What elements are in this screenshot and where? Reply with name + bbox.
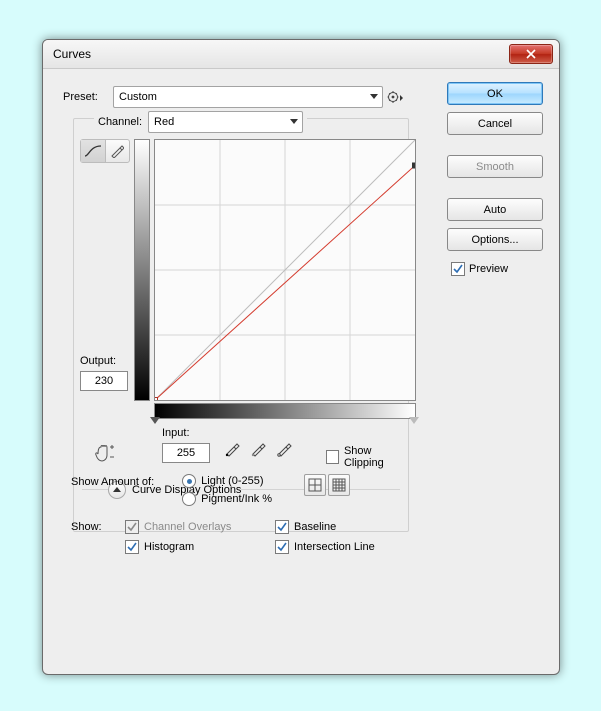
white-eyedropper-icon[interactable] (276, 441, 292, 457)
preset-menu-icon[interactable] (387, 90, 405, 104)
curve-svg (155, 140, 415, 400)
input-label: Input: (162, 427, 190, 439)
pencil-curve-tool[interactable] (106, 140, 130, 162)
smooth-button[interactable]: Smooth (447, 155, 543, 178)
input-field[interactable]: 255 (162, 443, 210, 463)
output-label: Output: (80, 355, 116, 367)
point-curve-tool[interactable] (81, 140, 106, 162)
curve-icon (84, 144, 102, 158)
grid-16-icon (332, 478, 346, 492)
curves-dialog: Curves Preset: Custom (42, 39, 560, 675)
hand-icon (92, 441, 118, 463)
gray-eyedropper-icon[interactable] (250, 441, 266, 457)
check-icon (127, 542, 137, 552)
channel-row: Channel: Red (94, 111, 307, 133)
white-point-slider[interactable] (409, 417, 419, 424)
preview-row: Preview (447, 258, 543, 276)
grid-fine-button[interactable] (328, 474, 350, 496)
chevron-down-icon (290, 119, 298, 125)
preview-checkbox[interactable] (451, 262, 465, 276)
right-button-column: OK Cancel Smooth Auto Options... Preview (447, 82, 543, 276)
curve-canvas[interactable] (154, 139, 416, 401)
check-icon (277, 522, 287, 532)
show-checkboxes: Show: Channel Overlays Baseline Histogra… (71, 520, 425, 554)
close-icon (526, 49, 536, 59)
grid-size-buttons (304, 474, 350, 506)
show-amount-row: Show Amount of: Light (0-255) Pigment/In… (71, 474, 350, 506)
preset-dropdown[interactable]: Custom (113, 86, 383, 108)
check-icon (127, 522, 137, 532)
eyedropper-group (224, 441, 292, 457)
show-amount-label: Show Amount of: (71, 474, 154, 506)
channel-label: Channel: (98, 116, 142, 128)
ok-button[interactable]: OK (447, 82, 543, 105)
black-point-slider[interactable] (150, 417, 160, 424)
check-icon (453, 264, 463, 274)
input-gradient (154, 403, 416, 419)
chevron-down-icon (370, 94, 378, 100)
pigment-radio[interactable] (182, 492, 196, 506)
pigment-radio-row: Pigment/Ink % (182, 492, 272, 506)
curve-groupbox: Channel: Red (73, 118, 409, 532)
channel-overlays-checkbox[interactable] (125, 520, 139, 534)
histogram-checkbox[interactable] (125, 540, 139, 554)
preset-value: Custom (119, 91, 157, 103)
intersection-label: Intersection Line (294, 541, 375, 553)
histogram-label: Histogram (144, 541, 194, 553)
grid-4-icon (308, 478, 322, 492)
intersection-checkbox[interactable] (275, 540, 289, 554)
targeted-adjust-tool[interactable] (92, 441, 118, 463)
show-clipping-label: Show Clipping (344, 445, 408, 469)
channel-overlays-label: Channel Overlays (144, 521, 231, 533)
window-title: Curves (53, 47, 509, 61)
titlebar[interactable]: Curves (43, 40, 559, 69)
auto-button[interactable]: Auto (447, 198, 543, 221)
show-clipping-checkbox[interactable] (326, 450, 339, 464)
show-clipping-row: Show Clipping (326, 445, 408, 469)
light-radio-row: Light (0-255) (182, 474, 272, 488)
pencil-icon (110, 144, 124, 158)
output-gradient (134, 139, 150, 401)
baseline-checkbox[interactable] (275, 520, 289, 534)
curve-tool-toggle (80, 139, 130, 163)
grid-coarse-button[interactable] (304, 474, 326, 496)
black-eyedropper-icon[interactable] (224, 441, 240, 457)
channel-dropdown[interactable]: Red (148, 111, 303, 133)
pigment-radio-label: Pigment/Ink % (201, 493, 272, 505)
preview-label: Preview (469, 263, 508, 275)
output-field[interactable]: 230 (80, 371, 128, 391)
dialog-content: Preset: Custom (53, 78, 549, 664)
show-label: Show: (71, 521, 125, 533)
baseline-label: Baseline (294, 521, 336, 533)
preset-row: Preset: Custom (63, 86, 409, 108)
close-button[interactable] (509, 44, 553, 64)
light-radio-label: Light (0-255) (201, 475, 263, 487)
cancel-button[interactable]: Cancel (447, 112, 543, 135)
options-button[interactable]: Options... (447, 228, 543, 251)
preset-label: Preset: (63, 91, 113, 103)
light-radio[interactable] (182, 474, 196, 488)
channel-value: Red (154, 116, 174, 128)
check-icon (277, 542, 287, 552)
